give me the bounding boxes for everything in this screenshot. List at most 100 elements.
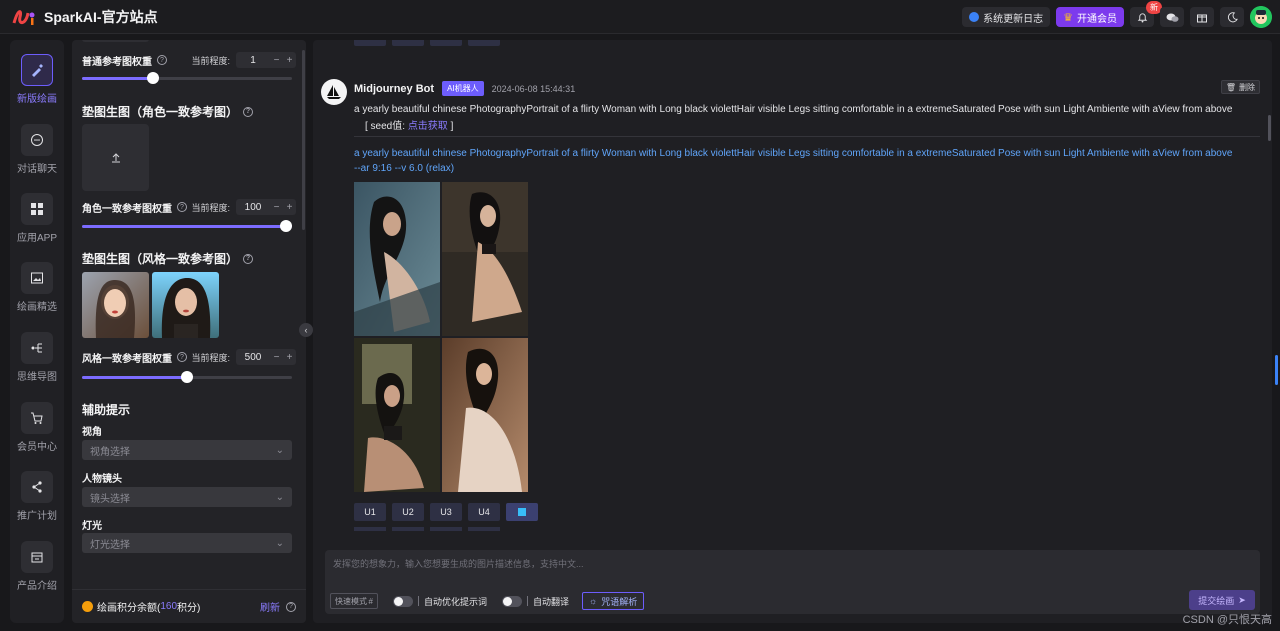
nav-label: 思维导图 — [17, 372, 57, 383]
slider-handle[interactable] — [147, 72, 159, 84]
brand[interactable]: SparkAI-官方站点 — [12, 7, 158, 27]
minus-icon[interactable]: − — [270, 202, 283, 213]
help-icon[interactable]: ? — [243, 253, 254, 264]
bulb-icon: ☼ — [589, 596, 598, 606]
nav-item-gallery[interactable]: 绘画精选 — [10, 262, 64, 313]
nav-item-chat[interactable]: 对话聊天 — [10, 124, 64, 175]
nav-item-new-drawing[interactable]: 新版绘画 — [10, 54, 64, 105]
seed-link[interactable]: 点击获取 — [408, 121, 448, 132]
send-icon: ➤ — [1238, 594, 1246, 605]
credits-prefix: 绘画积分余额( — [97, 603, 161, 614]
plus-icon[interactable]: + — [283, 352, 296, 363]
delete-message-button[interactable]: 🗑 删除 — [1220, 80, 1260, 94]
style-weight-stepper[interactable]: 500− + — [236, 349, 296, 365]
help-icon[interactable]: ? — [286, 601, 296, 612]
normal-weight-slider[interactable] — [82, 72, 292, 84]
upscale-button-u1[interactable]: U1 — [354, 503, 386, 521]
message-prompt: a yearly beautiful chinese PhotographyPo… — [354, 104, 1233, 115]
user-avatar[interactable] — [1250, 6, 1272, 28]
upscale-button-u4[interactable]: U4 — [468, 503, 500, 521]
nav-item-apps[interactable]: 应用APP — [10, 193, 64, 244]
prompt-parse-button[interactable]: ☼ 咒语解析 — [582, 592, 645, 610]
upload-circle-icon — [969, 12, 980, 22]
plus-icon[interactable]: + — [283, 202, 296, 213]
sparkai-logo-icon — [12, 9, 35, 25]
seed-suffix: ] — [450, 121, 454, 132]
prompt-composer[interactable]: 发挥您的想象力，输入您想要生成的图片描述信息，支持中文... 快速模式 # 自动优… — [325, 550, 1260, 614]
help-icon[interactable]: ? — [177, 352, 187, 362]
refresh-icon — [518, 508, 526, 516]
nav-label: 对话聊天 — [17, 164, 57, 175]
submit-drawing-button[interactable]: 提交绘画 ➤ — [1189, 590, 1255, 610]
minus-icon[interactable]: − — [270, 55, 283, 66]
generated-image-grid[interactable] — [354, 182, 528, 492]
changelog-button[interactable]: 系统更新日志 — [962, 7, 1051, 27]
gift-button[interactable] — [1190, 7, 1214, 27]
watermark: CSDN @只恨天高 — [1182, 614, 1272, 626]
char-weight-stepper[interactable]: 100− + — [236, 199, 296, 215]
nav-item-product[interactable]: 产品介绍 — [10, 541, 64, 592]
moon-icon — [1227, 11, 1238, 22]
chevron-down-icon: ⌄ — [275, 537, 284, 549]
full-prompt[interactable]: a yearly beautiful chinese PhotographyPo… — [354, 146, 1264, 176]
help-icon[interactable]: ? — [157, 55, 167, 65]
upscale-button-u3[interactable]: U3 — [430, 503, 462, 521]
theme-toggle-button[interactable] — [1220, 7, 1244, 27]
credits-suffix: 积分) — [177, 603, 201, 614]
nav-item-member[interactable]: 会员中心 — [10, 402, 64, 453]
slider-handle[interactable] — [181, 371, 193, 383]
help-icon[interactable]: ? — [243, 106, 254, 117]
generated-image[interactable] — [354, 338, 440, 492]
vip-label: 开通会员 — [1077, 13, 1117, 25]
auto-translate-toggle[interactable] — [502, 595, 523, 607]
notification-button[interactable]: 新 — [1130, 1, 1162, 27]
view-label: 视角 — [82, 427, 102, 438]
auto-optimize-toggle[interactable] — [393, 595, 413, 607]
vip-button[interactable]: ♛ 开通会员 — [1056, 7, 1124, 27]
chat-scrollbar[interactable] — [1268, 115, 1271, 141]
separator — [527, 596, 529, 606]
char-weight-slider[interactable] — [82, 220, 292, 232]
wechat-button[interactable] — [1160, 7, 1184, 27]
nav-item-promotion[interactable]: 推广计划 — [10, 471, 64, 522]
bot-name: Midjourney Bot — [354, 82, 435, 95]
prompt-input[interactable]: 发挥您的想象力，输入您想要生成的图片描述信息，支持中文... — [333, 557, 584, 570]
style-ref-thumbnail[interactable] — [152, 272, 219, 338]
nav-label: 新版绘画 — [17, 94, 57, 105]
slider-handle[interactable] — [280, 220, 292, 232]
style-ref-thumbnail[interactable] — [82, 272, 149, 338]
stepper-value: 1 — [250, 54, 256, 66]
view-select[interactable]: 视角选择 ⌄ — [82, 440, 292, 460]
lens-select[interactable]: 镜头选择 ⌄ — [82, 487, 292, 507]
slider-fill — [82, 376, 187, 379]
select-placeholder: 灯光选择 — [90, 539, 130, 551]
mode-input[interactable]: 快速模式 # — [330, 593, 378, 609]
stepper-value: 100 — [244, 201, 262, 213]
cart-icon — [21, 402, 53, 434]
bell-icon — [1137, 12, 1147, 23]
nav-item-mindmap[interactable]: 思维导图 — [10, 332, 64, 383]
normal-weight-stepper[interactable]: 1 − + — [236, 52, 296, 68]
plus-icon[interactable]: + — [283, 55, 296, 66]
reroll-button[interactable] — [506, 503, 538, 521]
light-select[interactable]: 灯光选择 ⌄ — [82, 533, 292, 553]
style-weight-slider[interactable] — [82, 371, 292, 383]
upload-icon — [111, 152, 120, 162]
help-icon[interactable]: ? — [177, 202, 187, 212]
gift-icon — [1197, 14, 1207, 23]
upscale-button-u2[interactable]: U2 — [392, 503, 424, 521]
generated-image[interactable] — [354, 182, 440, 336]
char-ref-upload[interactable] — [82, 124, 149, 191]
collapse-panel-button[interactable]: ‹ — [299, 323, 313, 337]
seed-prefix: [ seed值: — [365, 121, 406, 132]
page-scrollbar[interactable] — [1275, 355, 1278, 385]
panel-scrollbar[interactable] — [302, 50, 305, 230]
sailboat-icon — [327, 85, 341, 99]
prev-thumb-edge — [82, 40, 149, 42]
top-bar: SparkAI-官方站点 系统更新日志 ♛ 开通会员 新 — [0, 0, 1280, 34]
refresh-credits-link[interactable]: 刷新 — [260, 599, 280, 614]
previous-message-buttons — [354, 40, 500, 46]
minus-icon[interactable]: − — [270, 352, 283, 363]
generated-image[interactable] — [442, 338, 528, 492]
generated-image[interactable] — [442, 182, 528, 336]
